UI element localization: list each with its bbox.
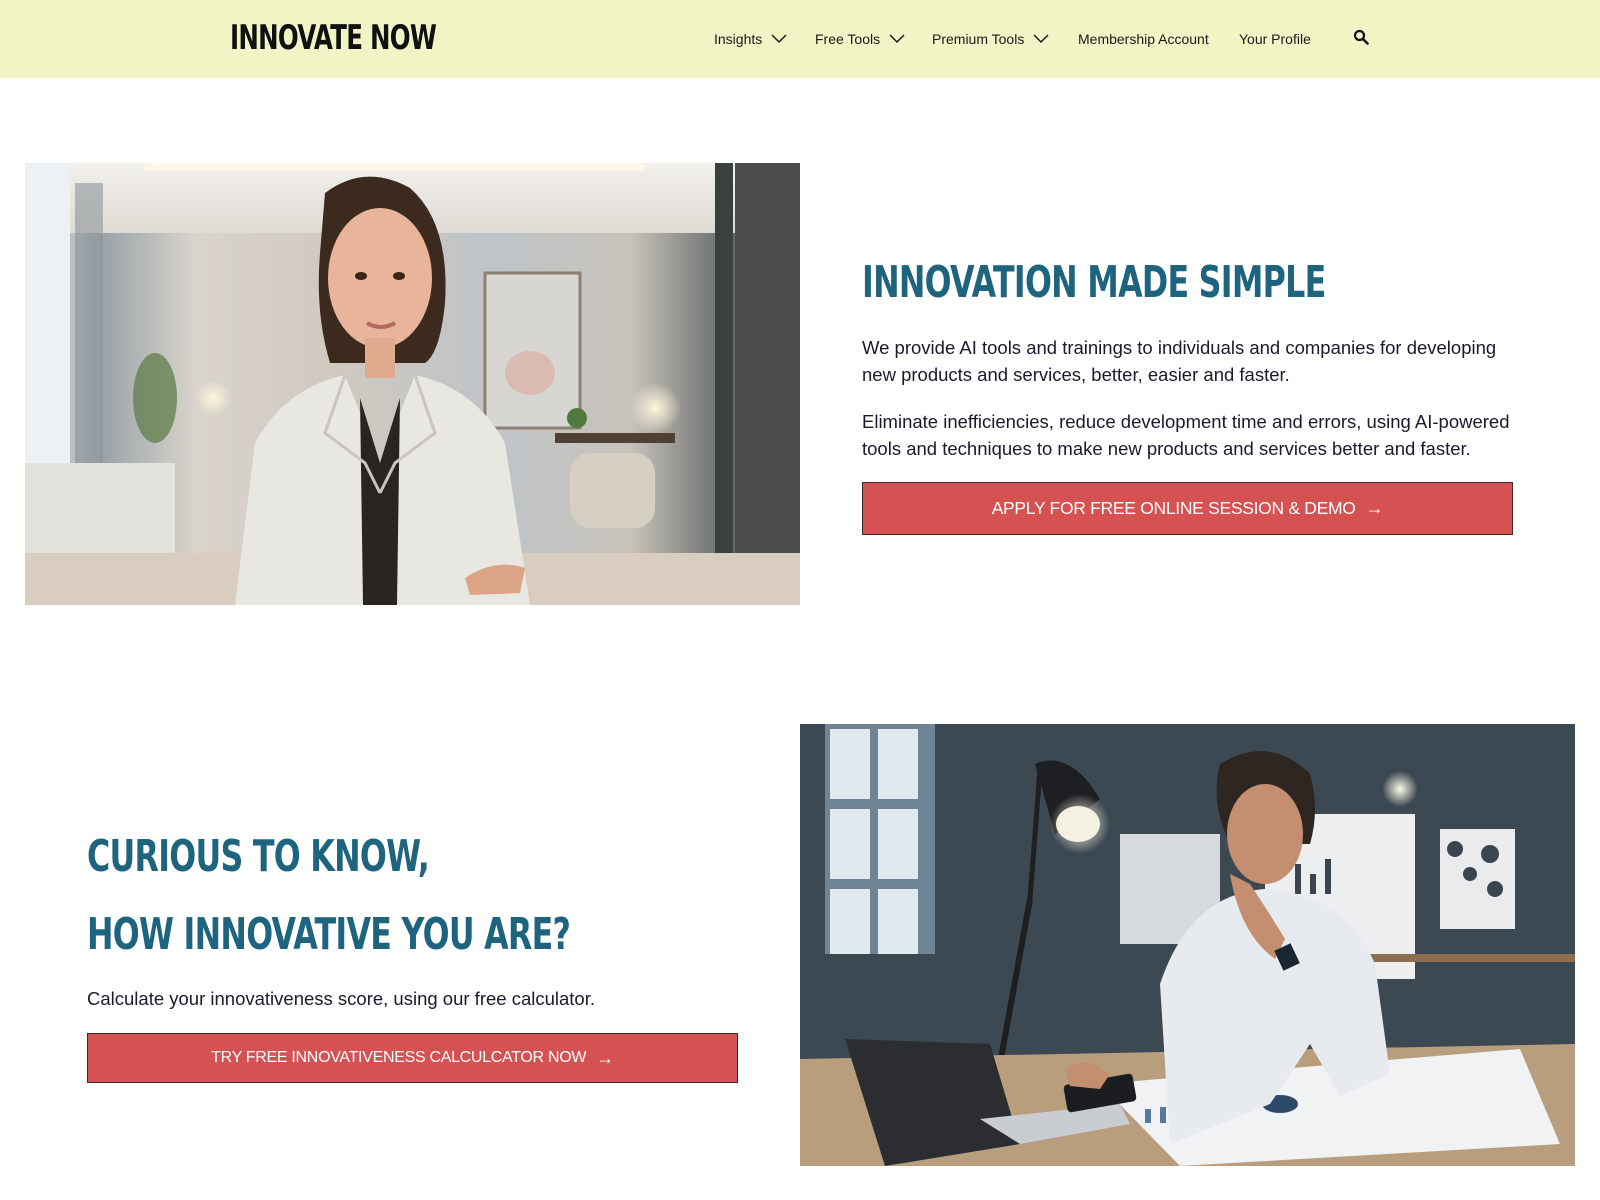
nav-item-label: Insights	[714, 31, 763, 47]
site-logo[interactable]: INNOVATE NOW	[230, 18, 437, 58]
search-icon	[1353, 29, 1369, 45]
site-header: INNOVATE NOW Insights Free Tools Premium…	[0, 0, 1600, 78]
nav-item-label: Free Tools	[815, 31, 881, 47]
calculator-description: Calculate your innovativeness score, usi…	[87, 988, 595, 1009]
calculator-image-illustration	[800, 724, 1575, 1166]
nav-item-membership-account[interactable]: Membership Account	[1078, 28, 1209, 50]
nav-item-label: Membership Account	[1078, 31, 1209, 47]
nav-item-premium-tools[interactable]: Premium Tools	[932, 28, 1049, 50]
apply-free-session-button[interactable]: APPLY FOR FREE ONLINE SESSION & DEMO →	[862, 482, 1513, 535]
nav-item-label: Premium Tools	[932, 31, 1025, 47]
arrow-right-icon: →	[1365, 498, 1384, 518]
try-calculator-button[interactable]: TRY FREE INNOVATIVENESS CALCULCATOR NOW …	[87, 1033, 738, 1083]
calculator-image	[800, 724, 1575, 1166]
hero-title: INNOVATION MADE SIMPLE	[862, 257, 1326, 308]
hero-image-illustration	[25, 163, 800, 605]
chevron-down-icon	[1033, 34, 1049, 44]
nav-item-your-profile[interactable]: Your Profile	[1239, 28, 1311, 50]
chevron-down-icon	[771, 34, 787, 44]
apply-free-session-label: APPLY FOR FREE ONLINE SESSION & DEMO	[991, 498, 1356, 518]
calculator-title-line-1: CURIOUS TO KNOW,	[87, 831, 430, 882]
chevron-down-icon	[889, 34, 905, 44]
hero-paragraph-1: We provide AI tools and trainings to ind…	[862, 337, 1497, 385]
search-button[interactable]	[1353, 29, 1369, 45]
hero-image	[25, 163, 800, 605]
nav-item-free-tools[interactable]: Free Tools	[815, 28, 905, 50]
calculator-title-line-2: HOW INNOVATIVE YOU ARE?	[87, 909, 571, 960]
nav-item-insights[interactable]: Insights	[714, 28, 787, 50]
try-calculator-label: TRY FREE INNOVATIVENESS CALCULCATOR NOW	[211, 1049, 587, 1066]
hero-paragraph-2: Eliminate inefficiencies, reduce develop…	[862, 411, 1510, 459]
arrow-right-icon: →	[596, 1047, 614, 1068]
nav-item-label: Your Profile	[1239, 31, 1311, 47]
